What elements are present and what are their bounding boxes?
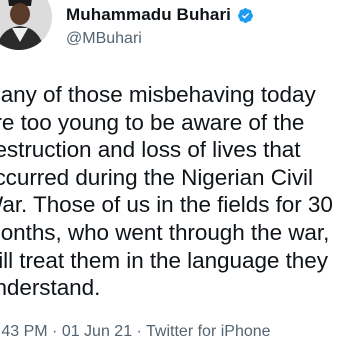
tweet-text-line: War. Those of us in the fields for 30: [0, 192, 333, 218]
tweet-text-line: Many of those misbehaving today: [0, 82, 316, 107]
tweet-source[interactable]: Twitter for iPhone: [146, 323, 271, 340]
tweet-meta: 5:43 PM · 01 Jun 21 · Twitter for iPhone: [0, 323, 271, 341]
tweet-card: Muhammadu Buhari @MBuhari Many of those …: [0, 0, 360, 360]
tweet-text-line: are too young to be aware of the: [0, 109, 305, 135]
tweet-time[interactable]: 5:43 PM: [0, 323, 48, 340]
tweet-text-line: understand.: [0, 275, 101, 301]
tweet-text-line: destruction and loss of lives that: [0, 137, 301, 163]
tweet-text-line: will treat them in the language they: [0, 247, 328, 273]
profile-photo-icon: [0, 0, 52, 50]
meta-separator: ·: [132, 323, 147, 340]
author-display-name[interactable]: Muhammadu Buhari: [66, 5, 231, 25]
tweet-text-line: occurred during the Nigerian Civil: [0, 164, 313, 190]
tweet-date[interactable]: 01 Jun 21: [62, 323, 132, 340]
meta-separator: ·: [47, 323, 62, 340]
avatar[interactable]: [0, 0, 52, 50]
tweet-text-line: months, who went through the war,: [0, 219, 330, 245]
author-name-row[interactable]: Muhammadu Buhari: [66, 5, 254, 25]
tweet-text: Many of those misbehaving today are too …: [0, 81, 360, 302]
verified-badge-icon: [237, 7, 254, 24]
author-handle[interactable]: @MBuhari: [66, 30, 142, 48]
